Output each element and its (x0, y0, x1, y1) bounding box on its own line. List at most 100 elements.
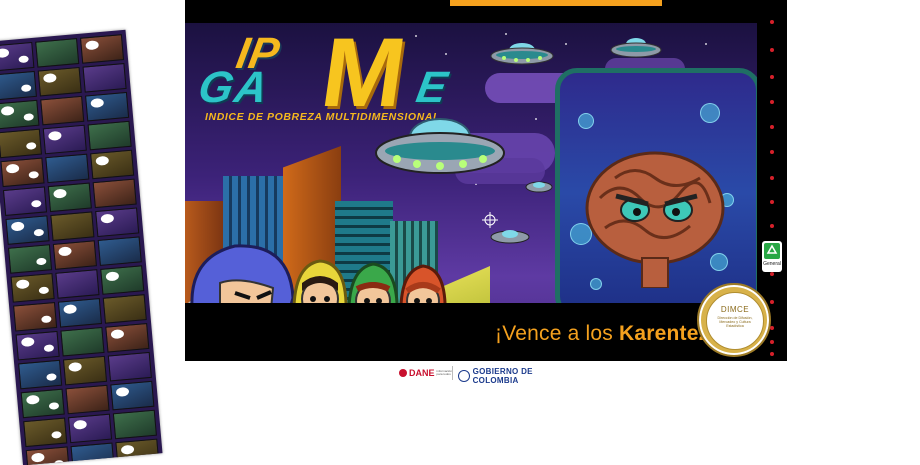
comic-panel (20, 388, 65, 419)
comic-panel (85, 91, 130, 122)
crosshair-icon (482, 212, 498, 228)
logo-ga-text: GA (194, 63, 274, 112)
comic-panel (95, 207, 140, 238)
comic-panel (68, 413, 113, 444)
bubble (578, 113, 594, 129)
comic-panel (13, 301, 58, 332)
logo-e-text: E (412, 63, 451, 112)
comic-strip-image (0, 29, 163, 465)
comic-panel (100, 265, 145, 295)
ufo-icon (525, 181, 553, 193)
comic-panel (107, 351, 152, 382)
comic-panels-grid (0, 34, 160, 465)
star (565, 43, 567, 45)
gobierno-logo[interactable]: GOBIERNO DE COLOMBIA (458, 367, 577, 385)
dane-mark-icon (399, 369, 407, 377)
comic-panel (70, 442, 115, 465)
rail-dot (770, 200, 774, 204)
evil-brain-icon (585, 151, 725, 288)
ufo-icon (490, 230, 530, 244)
comic-panel (87, 120, 132, 151)
dane-label: DANE (409, 368, 435, 378)
comic-panel (90, 149, 135, 180)
comic-panel (52, 240, 97, 270)
comic-panel (0, 41, 35, 72)
comic-panel (10, 273, 55, 303)
comic-panel (102, 294, 147, 324)
colombia-shield-icon (458, 370, 470, 382)
seal-text: Dirección de Difusión, Mercadeo y Cultur… (717, 316, 753, 329)
dane-sub: información para todos (436, 368, 453, 376)
comic-panel (35, 38, 80, 68)
dane-logo[interactable]: DANE información para todos (399, 367, 453, 379)
rail-dot (770, 100, 774, 104)
rail-dot (770, 300, 774, 304)
rail-dot (770, 75, 774, 79)
rail-dot (770, 272, 774, 276)
rail-dot (770, 150, 774, 154)
comic-panel (5, 215, 50, 245)
bubble (700, 103, 720, 123)
comic-panel (2, 186, 48, 216)
comic-panel (23, 417, 68, 448)
comic-panel (50, 211, 95, 241)
comic-panel (55, 269, 100, 299)
rail-dot (770, 340, 774, 344)
comic-panel (110, 380, 155, 411)
comic-panel (105, 323, 150, 353)
comic-panel (65, 384, 110, 415)
rail-dot (770, 125, 774, 129)
comic-panel (15, 330, 60, 361)
ipm-game-logo: IP GA M E INDICE DE POBREZA MULTIDIMENSI… (194, 23, 485, 127)
comic-panel (37, 66, 82, 97)
ufo-icon (375, 118, 505, 174)
ufo-icon (490, 43, 554, 65)
general-widget-label: General (763, 261, 781, 267)
comic-panel (97, 236, 142, 266)
comic-panel (60, 326, 105, 357)
comic-panel (45, 153, 90, 184)
ufo-icon (610, 38, 662, 58)
seal-title: DIMCE (720, 305, 750, 314)
comic-panel (0, 99, 40, 130)
comic-panel (115, 438, 160, 465)
logo-m-text: M (315, 23, 413, 127)
comic-panel (42, 124, 87, 155)
tagline: ¡Vence a los Karentez! (495, 322, 715, 346)
rail-dot (770, 20, 774, 24)
rail-dot (770, 48, 774, 52)
comic-panel (79, 34, 125, 64)
comic-panel (112, 409, 157, 440)
comic-panel (92, 178, 137, 209)
tagline-prefix: ¡Vence a los (495, 322, 620, 345)
tagline-emphasis: Karentez (619, 322, 710, 345)
comic-panel (47, 182, 92, 213)
footer-logos: DANE información para todos GOBIERNO DE … (395, 365, 577, 385)
comic-panel (0, 128, 43, 159)
comic-panel (0, 70, 37, 101)
general-widget-button[interactable]: General (762, 241, 782, 272)
comic-panel (62, 355, 108, 386)
seal-inner: DIMCE Dirección de Difusión, Mercadeo y … (706, 292, 764, 350)
gobierno-label: GOBIERNO DE COLOMBIA (472, 367, 533, 385)
comic-panel (25, 446, 70, 465)
dimce-seal: DIMCE Dirección de Difusión, Mercadeo y … (697, 283, 771, 357)
rail-dot (770, 224, 774, 228)
star (535, 118, 537, 120)
comic-panel (18, 359, 63, 390)
game-frame[interactable]: IP GA M E INDICE DE POBREZA MULTIDIMENSI… (185, 0, 787, 361)
star (705, 43, 707, 45)
comic-panel (57, 298, 103, 328)
star (505, 33, 507, 35)
comic-panel (8, 244, 53, 274)
rail-dot (770, 176, 774, 180)
comic-panel (40, 95, 85, 126)
rail-dot (770, 326, 774, 330)
orange-accent-bar (450, 0, 662, 6)
brain-tank (555, 68, 757, 318)
footer-divider (452, 366, 453, 380)
rail-dot (770, 352, 774, 356)
comic-panel (82, 63, 127, 93)
recycle-icon (764, 243, 780, 259)
comic-panel (0, 157, 45, 188)
